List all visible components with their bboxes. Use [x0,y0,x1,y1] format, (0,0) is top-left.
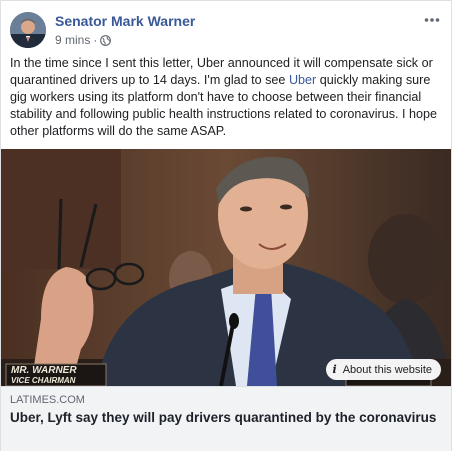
post-text: In the time since I sent this letter, Ub… [10,55,442,140]
post-card: Senator Mark Warner 9 mins · In the time… [0,0,452,451]
post-header: Senator Mark Warner 9 mins · [10,10,442,50]
more-dots-icon[interactable] [424,10,440,24]
about-website-label: About this website [342,363,432,376]
nameplate-text: MR. WARNER VICE CHAIRMAN [11,366,77,386]
link-image[interactable]: MR. WARNER VICE CHAIRMAN i About this we… [1,149,451,386]
about-website-button[interactable]: i About this website [325,359,441,380]
avatar-photo [10,12,46,48]
link-preview[interactable]: LATIMES.COM Uber, Lyft say they will pay… [1,386,451,451]
senator-photo [1,149,451,386]
uber-link[interactable]: Uber [289,73,316,87]
post-meta: 9 mins · [55,33,112,47]
link-domain: LATIMES.COM [10,394,85,406]
link-headline[interactable]: Uber, Lyft say they will pay drivers qua… [10,409,440,426]
globe-icon[interactable] [100,34,112,46]
post-time[interactable]: 9 mins [55,33,90,47]
nameplate-line1: MR. WARNER [11,365,77,376]
nameplate-line2: VICE CHAIRMAN [11,376,76,385]
author-avatar[interactable] [10,12,46,48]
meta-separator: · [93,33,98,47]
info-icon: i [332,363,337,376]
author-name[interactable]: Senator Mark Warner [55,13,195,29]
